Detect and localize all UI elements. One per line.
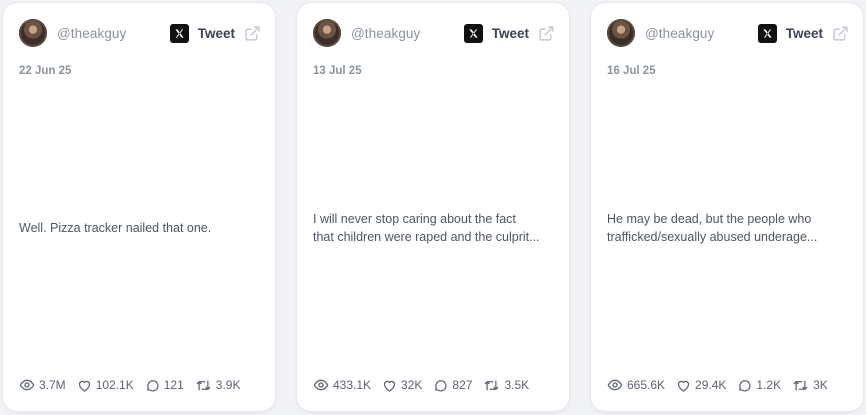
- eye-icon: [19, 379, 35, 391]
- tweet-stats: 3.7M 102.1K 121 3.9K: [19, 377, 265, 393]
- user-handle[interactable]: @theakguy: [645, 26, 714, 41]
- views-count: 3.7M: [39, 378, 66, 392]
- retweet-icon: [196, 380, 211, 390]
- tweet-date: 16 Jul 25: [607, 65, 656, 77]
- tweet-link[interactable]: Tweet: [492, 26, 529, 41]
- likes-count: 32K: [401, 378, 423, 392]
- retweet-icon: [485, 380, 499, 390]
- tweet-text: Well. Pizza tracker nailed that one.: [19, 219, 257, 237]
- avatar[interactable]: [313, 19, 341, 47]
- user-handle[interactable]: @theakguy: [351, 26, 420, 41]
- retweets-count: 3.5K: [504, 378, 530, 392]
- tweet-link[interactable]: Tweet: [198, 26, 235, 41]
- tweet-stats: 433.1K 32K 827 3.5K: [313, 377, 559, 393]
- tweet-text-line: Well. Pizza tracker nailed that one.: [19, 221, 212, 235]
- retweets-count: 3.9K: [215, 378, 241, 392]
- tweet-text-line: I will never stop caring about the fact: [313, 212, 516, 226]
- replies-stat[interactable]: 1.2K: [737, 378, 781, 393]
- retweets-stat[interactable]: 3K: [792, 378, 828, 393]
- comment-icon: [435, 379, 447, 391]
- tweet-card[interactable]: @theakguy Tweet 16 Jul 25 He may be dead…: [591, 3, 863, 411]
- tweet-text-line: that children were raped and the culprit…: [313, 230, 540, 244]
- likes-count: 102.1K: [95, 378, 134, 392]
- retweet-icon: [793, 380, 808, 390]
- views-stat: 3.7M: [19, 377, 66, 393]
- user-handle[interactable]: @theakguy: [57, 26, 126, 41]
- comment-icon: [146, 379, 159, 391]
- eye-icon: [313, 379, 329, 391]
- x-logo-icon[interactable]: [757, 23, 777, 43]
- heart-icon: [78, 380, 90, 392]
- external-link-icon[interactable]: [832, 25, 849, 42]
- tweet-date: 22 Jun 25: [19, 65, 72, 77]
- tweet-card-grid: @theakguy Tweet 22 Jun 25 Well. Pizza tr…: [0, 0, 866, 415]
- comment-icon: [739, 379, 751, 391]
- x-logo-icon[interactable]: [463, 23, 483, 43]
- retweets-count: 3K: [813, 378, 828, 392]
- replies-count: 1.2K: [756, 378, 782, 392]
- likes-count: 29.4K: [695, 378, 727, 392]
- tweet-text-line: He may be dead, but the people who: [607, 212, 812, 226]
- tweet-stats: 665.6K 29.4K 1.2K 3K: [607, 377, 853, 393]
- tweet-text-line: trafficked/sexually abused underage...: [607, 230, 818, 244]
- x-logo-icon[interactable]: [169, 23, 189, 43]
- tweet-header: @theakguy Tweet: [607, 18, 849, 48]
- avatar[interactable]: [607, 19, 635, 47]
- external-link-icon[interactable]: [244, 25, 261, 42]
- eye-icon: [607, 379, 623, 391]
- external-link-icon[interactable]: [538, 25, 555, 42]
- replies-count: 827: [452, 378, 473, 392]
- views-stat: 665.6K: [607, 377, 665, 393]
- retweets-stat[interactable]: 3.5K: [483, 378, 529, 393]
- views-count: 665.6K: [627, 378, 666, 392]
- likes-stat[interactable]: 29.4K: [676, 378, 726, 393]
- replies-count: 121: [163, 378, 184, 392]
- tweet-card[interactable]: @theakguy Tweet 22 Jun 25 Well. Pizza tr…: [3, 3, 275, 411]
- avatar[interactable]: [19, 19, 47, 47]
- views-stat: 433.1K: [313, 377, 371, 393]
- likes-stat[interactable]: 102.1K: [77, 378, 134, 393]
- replies-stat[interactable]: 827: [433, 378, 472, 393]
- tweet-header: @theakguy Tweet: [19, 18, 261, 48]
- replies-stat[interactable]: 121: [145, 378, 184, 393]
- tweet-link[interactable]: Tweet: [786, 26, 823, 41]
- tweet-text: He may be dead, but the people who traff…: [607, 210, 845, 246]
- heart-icon: [677, 380, 690, 392]
- likes-stat[interactable]: 32K: [382, 378, 422, 393]
- views-count: 433.1K: [333, 378, 372, 392]
- tweet-text: I will never stop caring about the fact …: [313, 210, 551, 246]
- heart-icon: [383, 380, 396, 392]
- tweet-card[interactable]: @theakguy Tweet 13 Jul 25 I will never s…: [297, 3, 569, 411]
- retweets-stat[interactable]: 3.9K: [195, 378, 241, 393]
- tweet-header: @theakguy Tweet: [313, 18, 555, 48]
- tweet-date: 13 Jul 25: [313, 65, 362, 77]
